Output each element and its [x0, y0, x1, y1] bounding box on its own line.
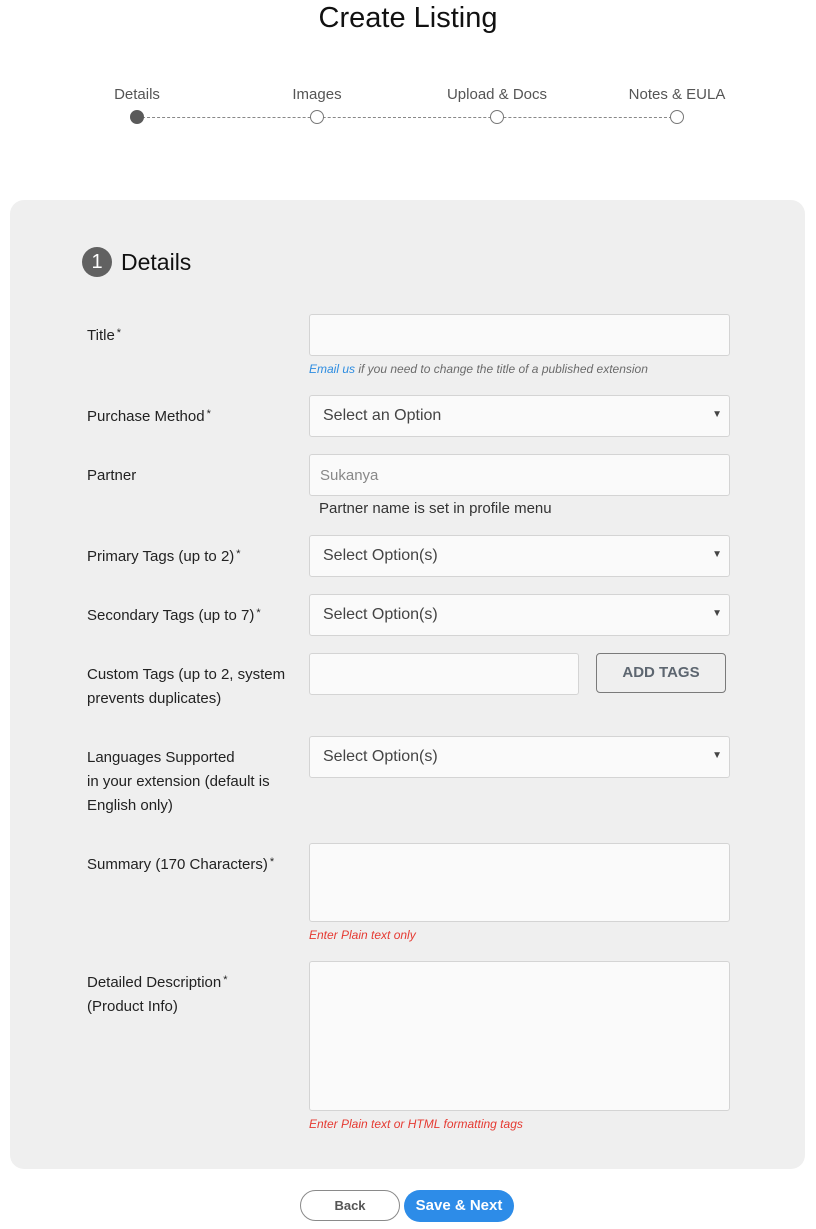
step-number-badge: 1: [82, 247, 112, 277]
section-header: 1 Details: [82, 247, 191, 277]
step-details[interactable]: Details: [57, 86, 217, 124]
dropdown-caret-icon: ▼: [712, 409, 722, 420]
dropdown-caret-icon: ▼: [712, 608, 722, 619]
title-label: Title *: [87, 327, 122, 344]
description-textarea[interactable]: [309, 961, 730, 1111]
dropdown-caret-icon: ▼: [712, 750, 722, 761]
stepper-line: [137, 117, 677, 118]
partner-label: Partner: [87, 467, 137, 484]
back-button[interactable]: Back: [300, 1190, 400, 1221]
step-label: Details: [114, 86, 160, 103]
summary-label: Summary (170 Characters) *: [87, 856, 275, 873]
secondary-tags-label: Secondary Tags (up to 7) *: [87, 607, 261, 624]
purchase-method-label: Purchase Method *: [87, 408, 211, 425]
description-help: Enter Plain text or HTML formatting tags: [309, 1117, 523, 1131]
add-tags-button[interactable]: ADD TAGS: [596, 653, 726, 693]
step-images[interactable]: Images: [237, 86, 397, 124]
step-label: Notes & EULA: [628, 86, 726, 103]
progress-stepper: Details Images Upload & Docs Notes & EUL…: [0, 0, 816, 140]
step-dot-icon: [670, 110, 684, 124]
email-us-link[interactable]: Email us: [309, 362, 355, 376]
step-dot-icon: [310, 110, 324, 124]
secondary-tags-select[interactable]: Select Option(s) ▼: [309, 594, 730, 636]
step-dot-icon: [490, 110, 504, 124]
description-label: Detailed Description * (Product Info): [87, 974, 228, 1015]
languages-select[interactable]: Select Option(s) ▼: [309, 736, 730, 778]
step-label: Upload & Docs: [446, 86, 548, 103]
partner-note: Partner name is set in profile menu: [319, 500, 552, 517]
partner-input[interactable]: Sukanya: [309, 454, 730, 496]
step-label: Images: [292, 86, 342, 103]
step-dot-active-icon: [130, 110, 144, 124]
summary-textarea[interactable]: [309, 843, 730, 922]
custom-tags-input[interactable]: [309, 653, 579, 695]
purchase-method-select[interactable]: Select an Option ▼: [309, 395, 730, 437]
primary-tags-select[interactable]: Select Option(s) ▼: [309, 535, 730, 577]
title-input[interactable]: [309, 314, 730, 356]
dropdown-caret-icon: ▼: [712, 549, 722, 560]
section-title: Details: [121, 248, 192, 275]
languages-label: Languages Supported in your extension (de…: [87, 749, 270, 814]
primary-tags-label: Primary Tags (up to 2) *: [87, 548, 241, 565]
required-marker: *: [116, 327, 122, 339]
step-notes-eula[interactable]: Notes & EULA: [597, 86, 757, 124]
step-upload-docs[interactable]: Upload & Docs: [417, 86, 577, 124]
details-card: 1 Details Title * Email us if you need to…: [10, 200, 805, 1169]
summary-help: Enter Plain text only: [309, 928, 416, 942]
title-help: Email us if you need to change the title…: [309, 362, 648, 376]
save-next-button[interactable]: Save & Next: [404, 1190, 514, 1222]
custom-tags-label: Custom Tags (up to 2, system prevents du…: [87, 666, 286, 707]
